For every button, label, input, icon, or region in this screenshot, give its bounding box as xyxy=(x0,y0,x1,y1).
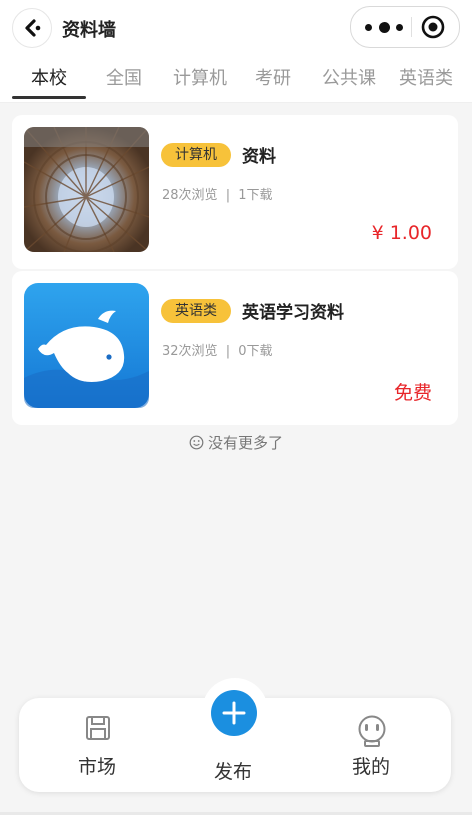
tab-english[interactable]: 英语类 xyxy=(390,64,462,90)
page-title: 资料墙 xyxy=(62,20,116,41)
end-of-list-note: 没有更多了 xyxy=(0,432,472,453)
active-tab-indicator xyxy=(12,96,86,99)
nav-market-label: 市场 xyxy=(78,756,117,778)
material-price: ¥ 1.00 xyxy=(371,222,432,244)
tab-postgrad[interactable]: 考研 xyxy=(244,64,302,90)
robot-avatar-icon xyxy=(358,715,386,747)
view-count: 28次浏览 xyxy=(162,188,218,203)
material-stats: 28次浏览 | 1下载 xyxy=(162,184,273,203)
whale-app-icon xyxy=(24,283,149,408)
tab-public-course[interactable]: 公共课 xyxy=(312,64,386,90)
tab-computer[interactable]: 计算机 xyxy=(164,64,236,90)
top-bar: 资料墙 xyxy=(0,0,472,56)
material-stats: 32次浏览 | 0下载 xyxy=(162,340,273,359)
category-badge: 计算机 xyxy=(161,143,231,167)
back-button[interactable] xyxy=(12,8,52,48)
publish-button[interactable] xyxy=(211,690,257,736)
save-disk-icon xyxy=(86,716,110,740)
more-icon[interactable] xyxy=(365,19,403,35)
stats-separator: | xyxy=(225,344,231,359)
material-card[interactable]: 计算机 资料 28次浏览 | 1下载 ¥ 1.00 xyxy=(12,115,458,269)
material-price: 免费 xyxy=(393,382,432,404)
category-badge: 英语类 xyxy=(161,299,231,323)
stats-separator: | xyxy=(225,188,231,203)
nav-mine[interactable]: 我的 xyxy=(340,712,404,778)
capsule-divider xyxy=(411,17,412,37)
view-count: 32次浏览 xyxy=(162,344,218,359)
nav-mine-label: 我的 xyxy=(352,756,391,778)
material-card[interactable]: 英语类 英语学习资料 32次浏览 | 0下载 免费 xyxy=(12,271,458,425)
tab-school[interactable]: 本校 xyxy=(12,64,86,90)
material-title: 资料 xyxy=(242,147,276,167)
smile-icon xyxy=(189,435,204,450)
download-count: 0下载 xyxy=(238,344,273,359)
plus-icon xyxy=(222,701,246,725)
material-thumbnail xyxy=(24,127,149,252)
download-count: 1下载 xyxy=(238,188,273,203)
end-of-list-text: 没有更多了 xyxy=(207,434,283,452)
tab-nationwide[interactable]: 全国 xyxy=(92,64,156,90)
nav-publish-label[interactable]: 发布 xyxy=(214,757,252,784)
category-tabs: 本校 全国 计算机 考研 公共课 英语类 xyxy=(0,56,472,103)
material-title: 英语学习资料 xyxy=(242,303,344,323)
nav-market[interactable]: 市场 xyxy=(66,712,130,778)
miniapp-capsule xyxy=(350,6,460,48)
close-miniapp-icon[interactable] xyxy=(421,15,445,39)
back-arrow-icon xyxy=(25,19,41,37)
